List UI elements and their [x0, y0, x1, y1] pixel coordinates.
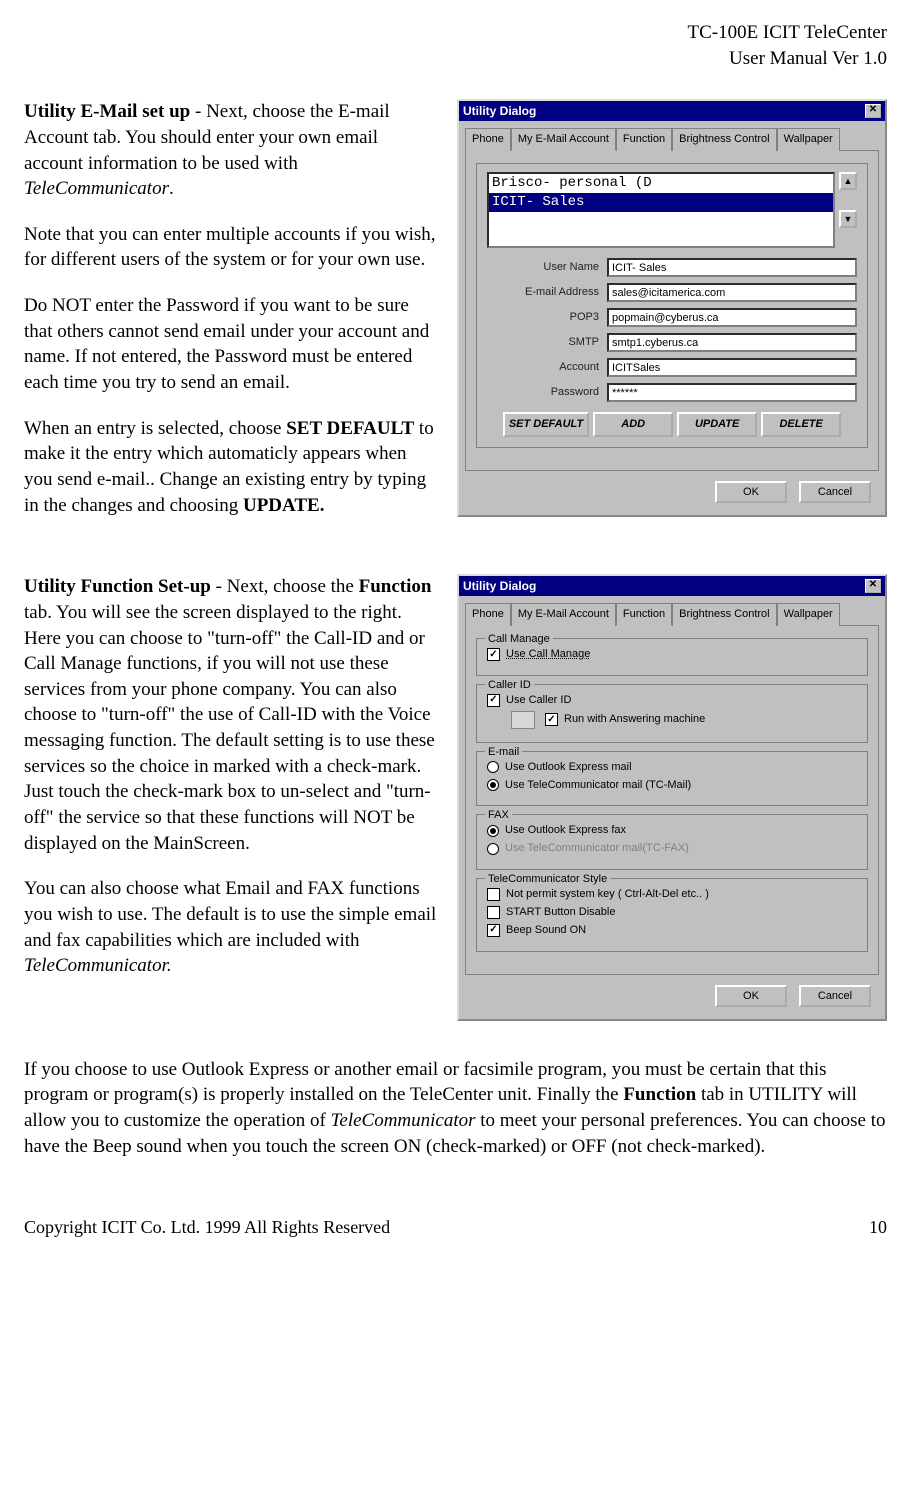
utility-dialog-function: Utility Dialog ✕ Phone My E-Mail Account…: [457, 574, 887, 1020]
scroll-up-icon[interactable]: ▲: [839, 172, 857, 190]
radio-outlook-mail[interactable]: [487, 761, 499, 773]
label-pop3: POP3: [487, 310, 607, 325]
list-item[interactable]: Brisco- personal (D: [489, 174, 833, 193]
label-beep: Beep Sound ON: [506, 923, 586, 938]
s1-p1-end: .: [169, 178, 174, 199]
dialog-title: Utility Dialog: [463, 578, 865, 594]
s2-p3-b: Function: [623, 1084, 696, 1105]
tabstrip: Phone My E-Mail Account Function Brightn…: [465, 602, 879, 625]
answering-machine-icon: [511, 711, 535, 729]
label-user: User Name: [487, 260, 607, 275]
s2-p2-b: TeleCommunicator.: [24, 955, 172, 976]
checkbox-start-btn[interactable]: [487, 906, 500, 919]
radio-tc-fax: [487, 843, 499, 855]
ok-button[interactable]: OK: [715, 481, 787, 503]
tabstrip: Phone My E-Mail Account Function Brightn…: [465, 127, 879, 150]
close-icon[interactable]: ✕: [865, 579, 881, 593]
label-use-caller-id: Use Caller ID: [506, 693, 571, 708]
checkbox-beep[interactable]: [487, 924, 500, 937]
label-account: Account: [487, 360, 607, 375]
label-password: Password: [487, 385, 607, 400]
checkbox-use-call-manage[interactable]: [487, 648, 500, 661]
section2-p3: If you choose to use Outlook Express or …: [24, 1057, 887, 1160]
label-email: E-mail Address: [487, 285, 607, 300]
list-item-empty: [489, 212, 833, 231]
s1-p3: Do NOT enter the Password if you want to…: [24, 293, 437, 396]
footer-copyright: Copyright ICIT Co. Ltd. 1999 All Rights …: [24, 1215, 390, 1239]
group-fax-legend: FAX: [485, 808, 512, 823]
group-email-legend: E-mail: [485, 745, 522, 760]
label-use-call-manage: Use Call Manage: [506, 647, 590, 662]
checkbox-run-answering[interactable]: [545, 713, 558, 726]
s1-p1-ital: TeleCommunicator: [24, 178, 169, 199]
set-default-button[interactable]: SET DEFAULT: [503, 412, 589, 437]
tab-function[interactable]: Function: [616, 603, 672, 626]
tab-email-account[interactable]: My E-Mail Account: [511, 128, 616, 151]
label-outlook-mail: Use Outlook Express mail: [505, 760, 632, 775]
checkbox-syskey[interactable]: [487, 888, 500, 901]
input-smtp[interactable]: [607, 333, 857, 352]
label-smtp: SMTP: [487, 335, 607, 350]
label-outlook-fax: Use Outlook Express fax: [505, 823, 626, 838]
list-item[interactable]: ICIT- Sales: [489, 193, 833, 212]
input-pop3[interactable]: [607, 308, 857, 327]
cancel-button[interactable]: Cancel: [799, 481, 871, 503]
s2-p1-a: Utility Function Set-up: [24, 576, 211, 597]
section1-text: Utility E-Mail set up - Next, choose the…: [24, 99, 437, 538]
s1-p2: Note that you can enter multiple account…: [24, 222, 437, 273]
ok-button[interactable]: OK: [715, 985, 787, 1007]
cancel-button[interactable]: Cancel: [799, 985, 871, 1007]
s1-p1-strong: Utility E-Mail set up: [24, 101, 190, 122]
tab-wallpaper[interactable]: Wallpaper: [777, 128, 840, 151]
header-line1: TC-100E ICIT TeleCenter: [24, 20, 887, 46]
section2-text: Utility Function Set-up - Next, choose t…: [24, 574, 437, 999]
tab-brightness[interactable]: Brightness Control: [672, 603, 777, 626]
account-listbox[interactable]: Brisco- personal (D ICIT- Sales: [487, 172, 835, 248]
tab-function[interactable]: Function: [616, 128, 672, 151]
s1-p4-b: SET DEFAULT: [286, 418, 414, 439]
close-icon[interactable]: ✕: [865, 104, 881, 118]
dialog-title: Utility Dialog: [463, 103, 865, 119]
page-header: TC-100E ICIT TeleCenter User Manual Ver …: [24, 20, 887, 71]
input-password[interactable]: [607, 383, 857, 402]
group-style-legend: TeleCommunicator Style: [485, 872, 610, 887]
group-call-manage-legend: Call Manage: [485, 632, 553, 647]
titlebar[interactable]: Utility Dialog ✕: [459, 101, 885, 121]
label-syskey: Not permit system key ( Ctrl-Alt-Del etc…: [506, 887, 709, 902]
delete-button[interactable]: DELETE: [761, 412, 841, 437]
checkbox-use-caller-id[interactable]: [487, 694, 500, 707]
tab-wallpaper[interactable]: Wallpaper: [777, 603, 840, 626]
tab-phone[interactable]: Phone: [465, 603, 511, 626]
radio-tc-mail[interactable]: [487, 779, 499, 791]
s1-p4-d: UPDATE.: [243, 495, 324, 516]
input-user-name[interactable]: [607, 258, 857, 277]
utility-dialog-email: Utility Dialog ✕ Phone My E-Mail Account…: [457, 99, 887, 517]
s2-p1-b: - Next, choose the: [211, 576, 359, 597]
s1-p4-a: When an entry is selected, choose: [24, 418, 286, 439]
header-line2: User Manual Ver 1.0: [24, 46, 887, 72]
group-caller-id-legend: Caller ID: [485, 678, 534, 693]
footer-pagenum: 10: [869, 1215, 887, 1239]
label-tc-mail: Use TeleCommunicator mail (TC-Mail): [505, 778, 691, 793]
s2-p2-a: You can also choose what Email and FAX f…: [24, 878, 436, 950]
update-button[interactable]: UPDATE: [677, 412, 757, 437]
radio-outlook-fax[interactable]: [487, 825, 499, 837]
label-tc-fax: Use TeleCommunicator mail(TC-FAX): [505, 841, 689, 856]
tab-phone[interactable]: Phone: [465, 128, 511, 151]
tab-email-account[interactable]: My E-Mail Account: [511, 603, 616, 626]
input-email[interactable]: [607, 283, 857, 302]
add-button[interactable]: ADD: [593, 412, 673, 437]
s2-p3-d: TeleCommunicator: [331, 1110, 476, 1131]
tab-brightness[interactable]: Brightness Control: [672, 128, 777, 151]
scroll-down-icon[interactable]: ▼: [839, 210, 857, 228]
s2-p1-d: tab. You will see the screen displayed t…: [24, 602, 435, 854]
s2-p1-c: Function: [359, 576, 432, 597]
label-start-btn: START Button Disable: [506, 905, 615, 920]
titlebar[interactable]: Utility Dialog ✕: [459, 576, 885, 596]
label-run-answering: Run with Answering machine: [564, 712, 705, 727]
page-footer: Copyright ICIT Co. Ltd. 1999 All Rights …: [24, 1215, 887, 1239]
input-account[interactable]: [607, 358, 857, 377]
